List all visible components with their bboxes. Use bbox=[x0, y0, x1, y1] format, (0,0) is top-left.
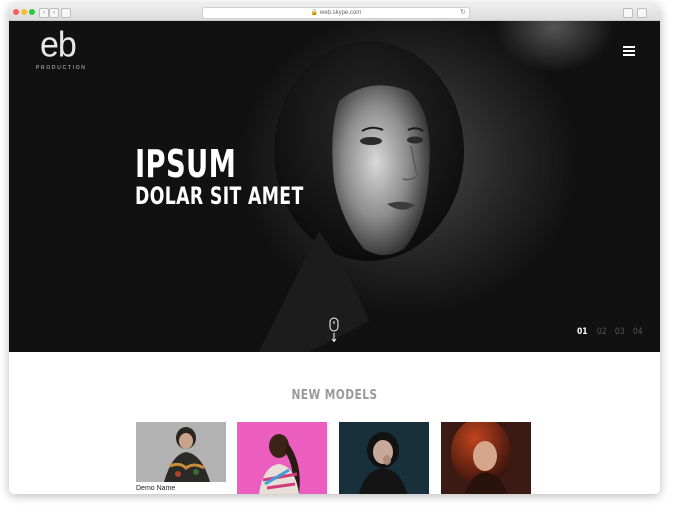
share-icon[interactable] bbox=[623, 8, 633, 18]
tabs-icon[interactable] bbox=[637, 8, 647, 18]
hero-portrait bbox=[259, 41, 464, 352]
minimize-window-button[interactable] bbox=[21, 9, 27, 15]
browser-toolbar: ‹ › 🔒 web.skype.com ↻ bbox=[9, 4, 660, 21]
hero-title-line1: IPSUM bbox=[135, 142, 237, 186]
model-card[interactable] bbox=[237, 422, 327, 494]
slide-page-03[interactable]: 03 bbox=[615, 327, 625, 337]
slide-pagination: 01 02 03 04 bbox=[576, 327, 644, 337]
address-bar[interactable]: 🔒 web.skype.com ↻ bbox=[202, 7, 470, 19]
lock-icon: 🔒 bbox=[310, 10, 319, 16]
model-photo bbox=[339, 422, 429, 494]
maximize-window-button[interactable] bbox=[29, 9, 35, 15]
close-window-button[interactable] bbox=[13, 9, 19, 15]
brand-logo[interactable]: eb PRODUCTION bbox=[36, 25, 90, 71]
chevron-left-icon[interactable]: ‹ bbox=[39, 8, 49, 18]
slide-page-01[interactable]: 01 bbox=[577, 327, 588, 337]
chevron-right-icon[interactable]: › bbox=[49, 8, 59, 18]
logo-subtitle: PRODUCTION bbox=[36, 65, 87, 71]
slide-page-04[interactable]: 04 bbox=[633, 327, 643, 337]
mouse-scroll-icon[interactable] bbox=[329, 317, 339, 343]
model-card[interactable] bbox=[339, 422, 429, 494]
menu-bar bbox=[623, 54, 635, 56]
url-text: web.skype.com bbox=[319, 10, 362, 16]
model-name: Demo Name bbox=[136, 485, 176, 492]
new-models-section: NEW MODELS Demo Name bbox=[9, 352, 660, 494]
sidebar-toggle-icon[interactable] bbox=[61, 8, 71, 18]
model-card[interactable] bbox=[441, 422, 531, 494]
browser-window: ‹ › 🔒 web.skype.com ↻ eb PRODUCTION IPSU… bbox=[9, 4, 660, 494]
hamburger-icon[interactable] bbox=[623, 46, 635, 56]
hero-headline: IPSUM DOLAR SIT AMET bbox=[135, 145, 304, 209]
model-photo bbox=[237, 422, 327, 494]
section-title: NEW MODELS bbox=[291, 388, 378, 403]
slide-page-02[interactable]: 02 bbox=[596, 327, 606, 337]
model-photo bbox=[136, 422, 226, 482]
menu-bar bbox=[623, 50, 635, 52]
model-card[interactable]: Demo Name bbox=[136, 422, 226, 494]
menu-bar bbox=[623, 46, 635, 48]
hero-section: eb PRODUCTION IPSUM DOLAR SIT AMET 01 02… bbox=[9, 21, 660, 352]
model-photo bbox=[441, 422, 531, 494]
logo-mark: eb bbox=[40, 25, 77, 65]
reload-icon[interactable]: ↻ bbox=[460, 8, 466, 18]
hero-title-line2: DOLAR SIT AMET bbox=[135, 182, 304, 210]
